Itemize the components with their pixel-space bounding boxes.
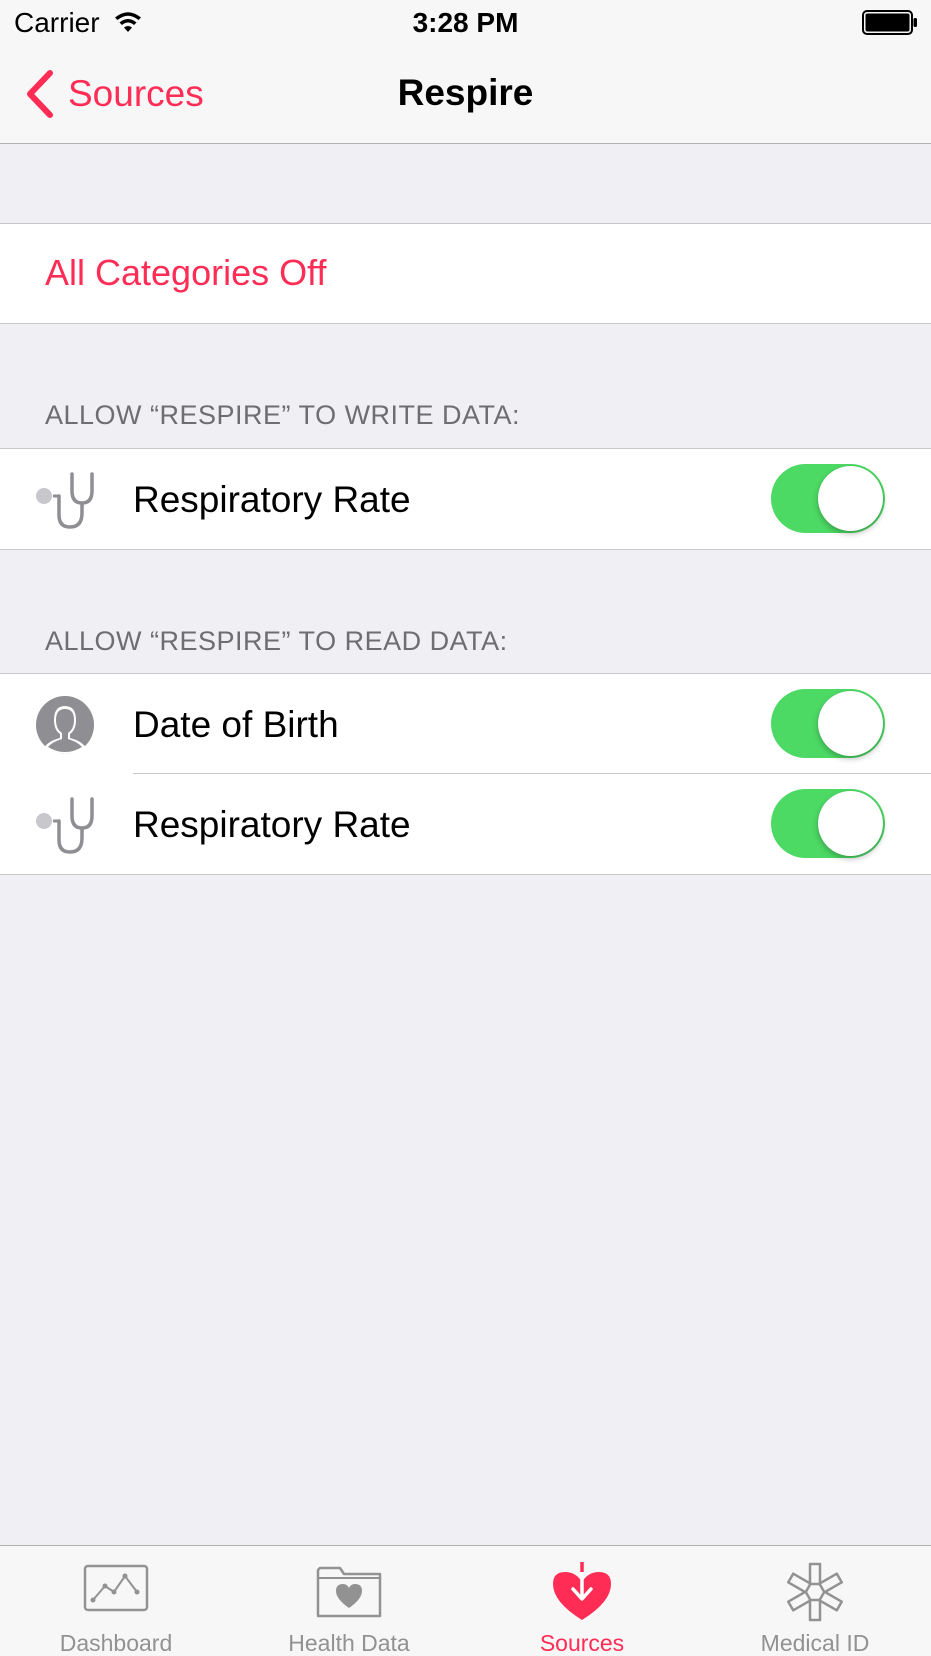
status-bar: Carrier 3:28 PM: [0, 0, 931, 46]
sources-icon: [553, 1562, 611, 1620]
toggle-knob: [818, 691, 883, 756]
toggle-knob: [818, 791, 883, 856]
tab-sources[interactable]: Sources: [466, 1546, 698, 1656]
row-label: Respiratory Rate: [133, 804, 411, 845]
page-title: Respire: [397, 72, 534, 113]
date-of-birth-read-toggle[interactable]: [771, 689, 885, 758]
stethoscope-icon: [36, 797, 94, 854]
respiratory-rate-write-toggle[interactable]: [771, 464, 885, 533]
tab-label: Dashboard: [59, 1630, 173, 1656]
write-row-respiratory-rate: Respiratory Rate: [0, 449, 931, 549]
row-label: Date of Birth: [133, 704, 339, 745]
health-data-icon: [316, 1566, 382, 1618]
medical-id-icon: [787, 1562, 843, 1622]
person-icon: [36, 696, 94, 754]
all-categories-off-button[interactable]: All Categories Off: [45, 252, 326, 294]
read-data-group: Date of Birth Respiratory Rate: [0, 673, 931, 875]
tab-label: Health Data: [288, 1630, 410, 1656]
stethoscope-icon: [36, 472, 94, 529]
tab-dashboard[interactable]: Dashboard: [0, 1546, 232, 1656]
write-section-header: ALLOW “RESPIRE” TO WRITE DATA:: [45, 400, 521, 430]
tab-medical-id[interactable]: Medical ID: [699, 1546, 931, 1656]
read-row-date-of-birth: Date of Birth: [0, 674, 931, 774]
all-categories-group: All Categories Off: [0, 223, 931, 324]
clock: 3:28 PM: [412, 7, 519, 38]
read-section-header: ALLOW “RESPIRE” TO READ DATA:: [45, 626, 508, 656]
write-data-group: Respiratory Rate: [0, 448, 931, 550]
tab-label: Sources: [539, 1630, 625, 1656]
row-label: Respiratory Rate: [133, 479, 411, 520]
tab-health-data[interactable]: Health Data: [233, 1546, 465, 1656]
respiratory-rate-read-toggle[interactable]: [771, 789, 885, 858]
screen: Carrier 3:28 PM Sources Respire All Cate…: [0, 0, 931, 1656]
dashboard-icon: [83, 1564, 149, 1612]
navigation-bar: Sources Respire: [0, 46, 931, 144]
tab-bar: Dashboard Health Data Sources Medical ID: [0, 1545, 931, 1656]
battery-icon: [862, 10, 917, 35]
tab-label: Medical ID: [760, 1630, 870, 1656]
read-row-respiratory-rate: Respiratory Rate: [0, 774, 931, 874]
toggle-knob: [818, 466, 883, 531]
